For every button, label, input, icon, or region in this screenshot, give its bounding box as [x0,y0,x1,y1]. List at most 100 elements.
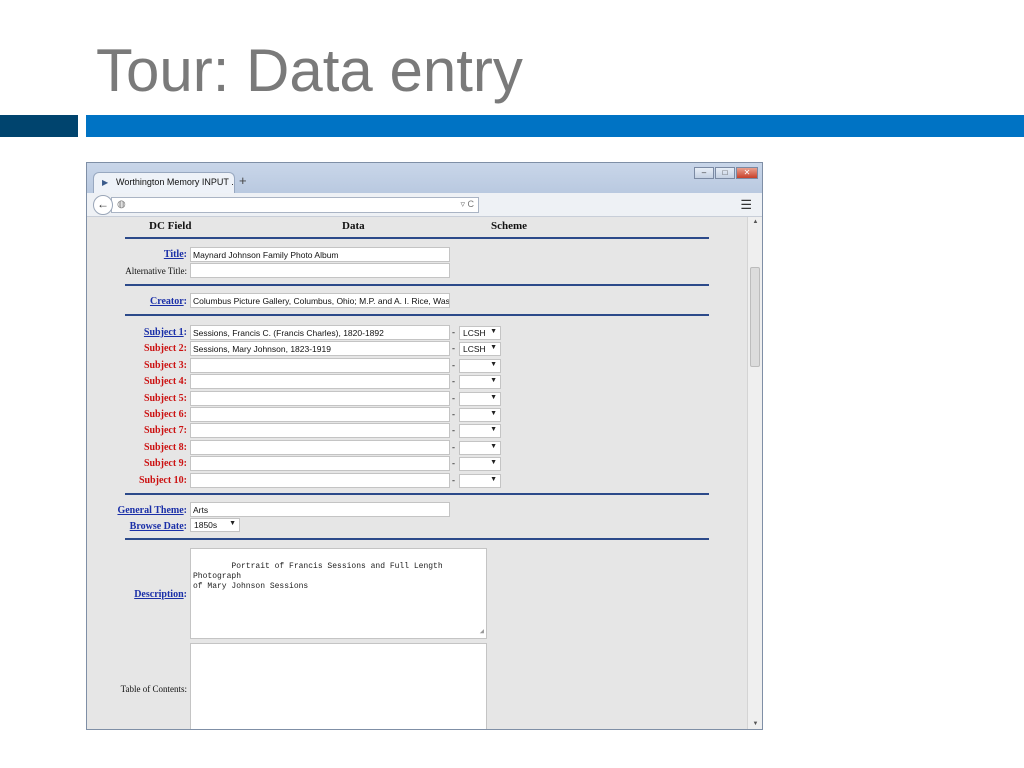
browse-date-select[interactable]: 1850s ▼ [190,518,240,532]
subject-label: Subject 3: [143,359,187,371]
subject-input[interactable]: Sessions, Francis C. (Francis Charles), … [190,325,450,340]
vertical-scrollbar[interactable]: ▲ ▼ [747,217,762,729]
general-theme-input[interactable]: Arts [190,502,450,517]
title-input[interactable]: Maynard Johnson Family Photo Album [190,247,450,262]
scheme-separator: - [452,359,455,370]
description-text: Portrait of Francis Sessions and Full Le… [193,562,443,591]
scheme-value: LCSH [463,344,486,355]
accent-bar-light [86,115,1024,137]
chevron-down-icon: ▼ [490,360,497,368]
subject-label: Subject 7: [143,425,187,437]
maximize-button[interactable]: □ [715,167,735,179]
divider [125,493,709,495]
slide: Tour: Data entry ▶ Worthington Memory IN… [0,0,1024,768]
subject-input[interactable] [190,472,450,488]
subject-label: Subject 9: [143,458,187,470]
scheme-separator: - [452,392,455,403]
slide-title: Tour: Data entry [96,37,523,104]
browser-titlebar: ▶ Worthington Memory INPUT ... + – □ ✕ [87,163,762,193]
header-data: Data [342,220,365,232]
divider [125,237,709,239]
back-button[interactable]: ← [93,195,113,215]
close-button[interactable]: ✕ [736,167,758,179]
accent-bar-dark [0,115,78,137]
scheme-select[interactable]: ▼ [459,473,501,488]
subject-input[interactable]: Sessions, Mary Johnson, 1823-1919 [190,341,450,357]
tab-title: Worthington Memory INPUT ... [116,177,235,187]
chevron-down-icon: ▼ [490,426,497,434]
scheme-separator: - [452,441,455,452]
scheme-select[interactable]: ▼ [459,457,501,472]
scheme-separator: - [452,327,455,337]
subject-input[interactable] [190,456,450,472]
divider [125,538,709,540]
chevron-down-icon: ▼ [490,442,497,450]
alt-title-input[interactable] [190,263,450,278]
chevron-down-icon: ▼ [490,344,497,352]
header-scheme: Scheme [491,220,528,232]
subject-input[interactable] [190,407,450,422]
creator-label[interactable]: Creator: [150,296,187,307]
subject-input[interactable] [190,423,450,439]
scheme-select[interactable]: ▼ [459,408,501,422]
subject-input[interactable] [190,374,450,390]
scheme-separator: - [452,376,455,387]
chevron-down-icon: ▼ [229,520,236,527]
browse-date-label[interactable]: Browse Date: [130,521,187,532]
browse-date-value: 1850s [194,520,218,530]
description-label[interactable]: Description: [134,589,187,600]
scheme-select[interactable]: LCSH ▼ [459,326,501,340]
scheme-select[interactable]: ▼ [459,358,501,373]
chevron-down-icon: ▼ [490,475,497,483]
scheme-select[interactable]: LCSH ▼ [459,342,501,357]
description-textarea[interactable]: Portrait of Francis Sessions and Full Le… [190,548,487,639]
scheme-select[interactable]: ▼ [459,440,501,455]
scroll-thumb[interactable] [750,267,760,367]
url-bar[interactable]: ◍ ▿ C [111,197,479,213]
toc-label: Table of Contents: [120,684,187,694]
subject-input[interactable] [190,439,450,455]
scheme-separator: - [452,474,455,485]
scheme-select[interactable]: ▼ [459,424,501,439]
subject-label: Subject 6: [143,409,187,420]
reload-icon[interactable]: ▿ C [460,199,474,210]
divider [125,284,709,286]
globe-icon: ◍ [117,199,126,210]
creator-input[interactable]: Columbus Picture Gallery, Columbus, Ohio… [190,293,450,308]
toc-textarea[interactable] [190,643,487,729]
scheme-separator: - [452,409,455,419]
subject-input[interactable] [190,357,450,373]
scheme-value: LCSH [463,328,486,338]
scheme-separator: - [452,425,455,436]
chevron-down-icon: ▼ [490,377,497,385]
subject-label: Subject 5: [143,392,187,404]
scroll-up-icon[interactable]: ▲ [748,219,763,225]
scheme-separator: - [452,343,455,354]
minimize-button[interactable]: – [694,167,714,179]
title-label[interactable]: Title: [164,249,187,260]
general-theme-label[interactable]: General Theme: [117,505,187,516]
divider [125,314,709,316]
chevron-down-icon: ▼ [490,328,497,335]
scroll-down-icon[interactable]: ▼ [748,721,763,727]
scheme-select[interactable]: ▼ [459,375,501,390]
subject-label: Subject 8: [143,441,187,453]
alt-title-label: Alternative Title: [125,266,187,276]
chevron-down-icon: ▼ [490,410,497,417]
subject-label[interactable]: Subject 1: [144,327,187,338]
browser-tab[interactable]: ▶ Worthington Memory INPUT ... [93,172,235,193]
hamburger-menu-icon[interactable]: ☰ [740,197,752,213]
browser-window: ▶ Worthington Memory INPUT ... + – □ ✕ ◍… [86,162,763,730]
subject-label: Subject 10: [138,474,187,486]
chevron-down-icon: ▼ [490,393,497,401]
scheme-separator: - [452,458,455,469]
subject-label: Subject 2: [143,343,187,355]
subject-label: Subject 4: [143,376,187,388]
browser-navbar: ◍ ▿ C ← ☰ [87,193,762,217]
page-icon: ▶ [102,178,109,187]
chevron-down-icon: ▼ [490,459,497,467]
resize-handle-icon[interactable]: ◢ [480,627,484,637]
subject-input[interactable] [190,390,450,406]
scheme-select[interactable]: ▼ [459,391,501,406]
new-tab-button[interactable]: + [239,173,247,188]
